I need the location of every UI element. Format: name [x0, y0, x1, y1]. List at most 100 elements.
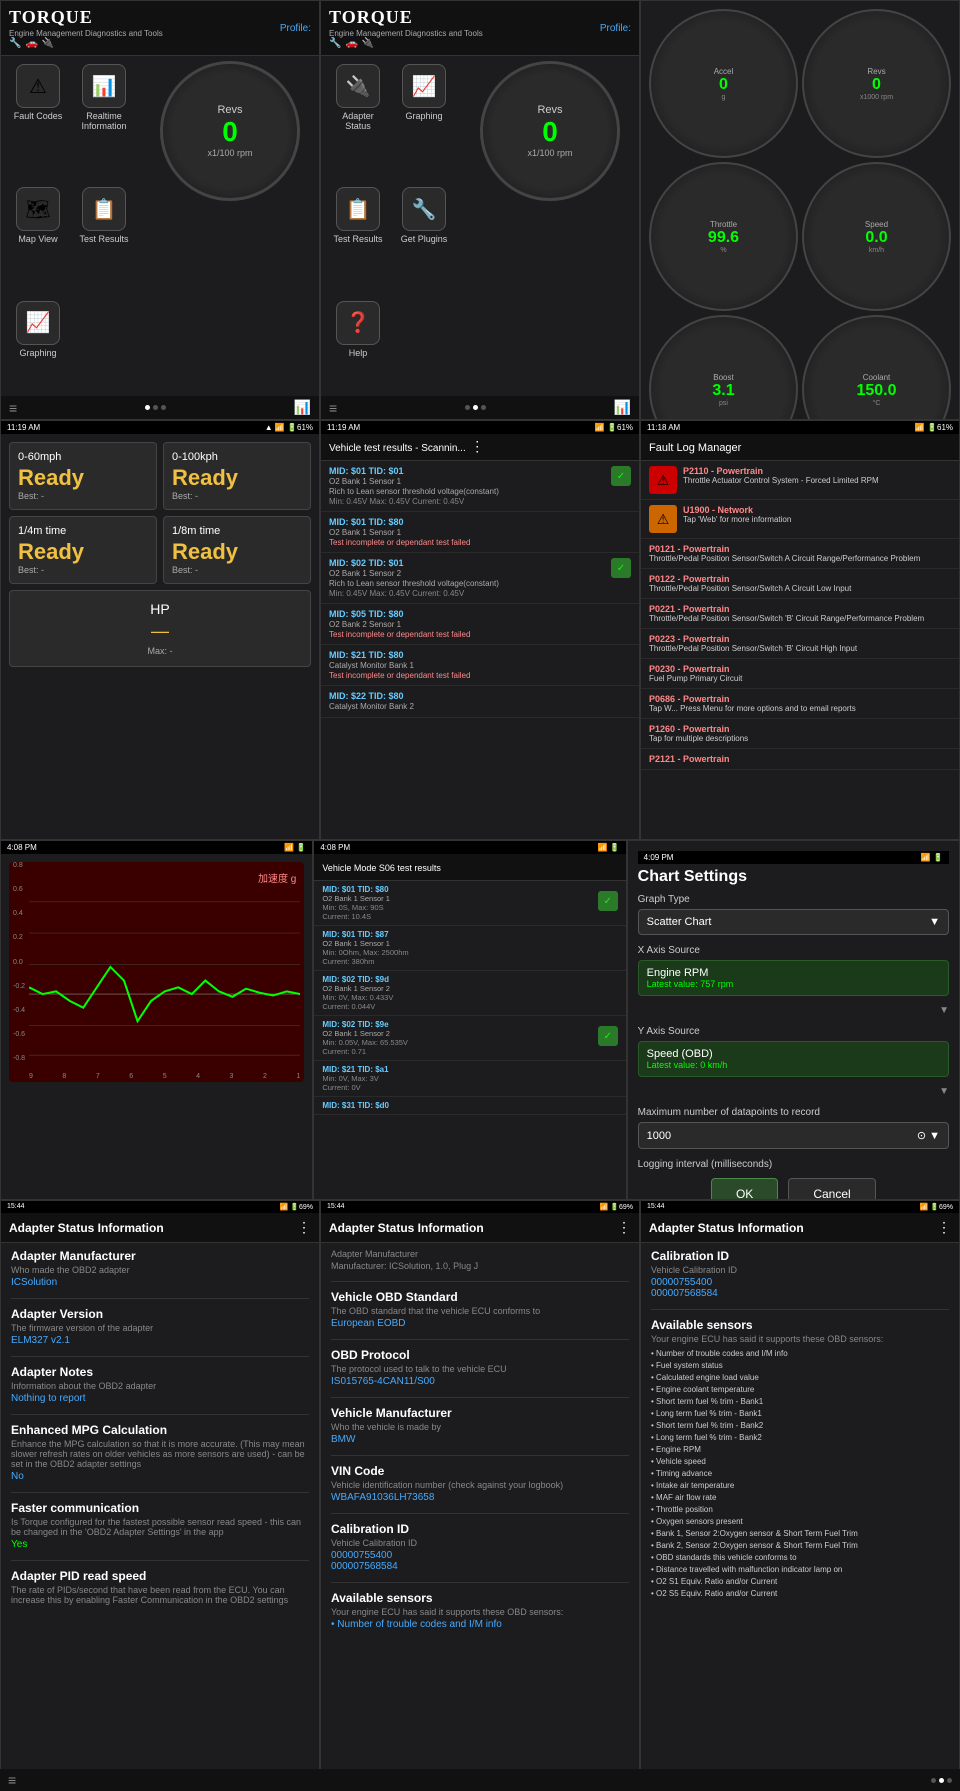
fault-code-u1900: U1900 - Network	[683, 505, 791, 515]
bottom-bars-icon-1: ≡	[9, 400, 17, 416]
adapter-vin-desc: Vehicle identification number (check aga…	[331, 1480, 629, 1490]
test-results-btn-1[interactable]: 📋 Test Results	[75, 187, 133, 292]
test-results-icon-2: 📋	[336, 187, 380, 231]
sensors-list-item-10: • Timing advance	[651, 1468, 949, 1480]
fault-item-p0122[interactable]: P0122 - Powertrain Throttle/Pedal Positi…	[641, 569, 959, 599]
modes06-item-5: MID: $31 TID: $d0	[314, 1097, 625, 1115]
vtest-status-bar: 11:19 AM 📶 🔋61%	[321, 421, 639, 434]
screen3-main: Accel 0 g Revs 0 x1000 rpm Throttle 99.6…	[640, 0, 960, 420]
adapter-item-pid-1: Adapter PID read speed The rate of PIDs/…	[11, 1569, 309, 1605]
modes06-mid-0: MID: $01 TID: $80	[322, 885, 617, 894]
vtest-list[interactable]: MID: $01 TID: $01 O2 Bank 1 Sensor 1 Ric…	[321, 461, 639, 840]
page-dots-2	[465, 405, 486, 410]
y-axis-source-box[interactable]: Speed (OBD) Latest value: 0 km/h	[638, 1041, 949, 1077]
revs-gauge-3-label: Revs	[867, 67, 885, 76]
fault-item-p0230[interactable]: P0230 - Powertrain Fuel Pump Primary Cir…	[641, 659, 959, 689]
adapter-item-version-1: Adapter Version The firmware version of …	[11, 1307, 309, 1346]
datapoints-input[interactable]: 1000 ⊙ ▼	[638, 1122, 949, 1149]
adapter-obd-std-desc: The OBD standard that the vehicle ECU co…	[331, 1306, 629, 1316]
graphing-btn-1[interactable]: 📈 Graphing	[9, 301, 67, 406]
perf-card-0-100kph: 0-100kph Ready Best: -	[163, 442, 311, 510]
bottom-graph-icon-2: 📊	[614, 399, 631, 416]
adapter-divider-1a	[11, 1298, 309, 1299]
performance-screen: 11:19 AM ▲ 📶 🔋61% 0-60mph Ready Best: - …	[0, 420, 320, 840]
chart-ok-button[interactable]: OK	[711, 1178, 778, 1200]
perf-grid: 0-60mph Ready Best: - 0-100kph Ready Bes…	[1, 434, 319, 675]
vtest-mid-3: MID: $05 TID: $80	[329, 609, 631, 619]
adapter-divider-2f	[331, 1582, 629, 1583]
modes06-vals-2: Min: 0V, Max: 0.433VCurrent: 0.044V	[322, 993, 617, 1011]
help-btn[interactable]: ❓ Help	[329, 301, 387, 406]
adapter-sensors-title-2: Available sensors	[331, 1591, 629, 1605]
realtime-btn[interactable]: 📊 Realtime Information	[75, 64, 133, 179]
vtest-item-1: MID: $01 TID: $80 O2 Bank 1 Sensor 1 Tes…	[321, 512, 639, 553]
get-plugins-btn[interactable]: 🔧 Get Plugins	[395, 187, 453, 292]
chart-status-bar: 4:09 PM 📶 🔋	[638, 851, 949, 864]
perf-best-0-100: Best: -	[172, 491, 302, 501]
fault-item-p0221[interactable]: P0221 - Powertrain Throttle/Pedal Positi…	[641, 599, 959, 629]
fault-item-p0121[interactable]: P0121 - Powertrain Throttle/Pedal Positi…	[641, 539, 959, 569]
graph-type-select[interactable]: Scatter Chart ▼	[638, 909, 949, 935]
adapter-sensors-title-3: Available sensors	[651, 1318, 949, 1332]
accel-gauge-value: 0	[719, 76, 728, 94]
fault-item-p0223[interactable]: P0223 - Powertrain Throttle/Pedal Positi…	[641, 629, 959, 659]
adapter-faster-title-1: Faster communication	[11, 1501, 309, 1515]
modes06-status-bar: 4:08 PM 📶 🔋	[314, 841, 625, 854]
modes06-list[interactable]: MID: $01 TID: $80 O2 Bank 1 Sensor 1 Min…	[314, 881, 625, 1200]
bottom-bars-icon-2: ≡	[329, 400, 337, 416]
adapter2-menu-icon[interactable]: ⋮	[617, 1219, 631, 1236]
map-icon: 🗺	[16, 187, 60, 231]
fault-codes-btn[interactable]: ⚠ Fault Codes	[9, 64, 67, 179]
speed-gauge-label: Speed	[865, 220, 888, 229]
screen1-header: TORQUE Engine Management Diagnostics and…	[1, 1, 319, 56]
adapter-screen-2: 15:44 📶 🔋69% Adapter Status Information …	[320, 1200, 640, 1791]
adapter1-time: 15:44	[7, 1203, 25, 1211]
profile-link-2[interactable]: Profile:	[600, 23, 631, 34]
fault-item-u1900[interactable]: ⚠ U1900 - Network Tap 'Web' for more inf…	[641, 500, 959, 539]
x-axis-source-box[interactable]: Engine RPM Latest value: 757 rpm	[638, 960, 949, 996]
adapter1-menu-icon[interactable]: ⋮	[297, 1219, 311, 1236]
graphing-btn-2[interactable]: 📈 Graphing	[395, 64, 453, 179]
screen1-icons: ⚠ Fault Codes 📊 Realtime Information 🗺 M…	[1, 56, 141, 414]
fault-item-p1260[interactable]: P1260 - Powertrain Tap for multiple desc…	[641, 719, 959, 749]
throttle-gauge: Throttle 99.6 %	[649, 162, 798, 311]
dot2-3	[481, 405, 486, 410]
fault-desc-p0686: Tap W... Press Menu for more options and…	[649, 704, 856, 713]
sensors-list-item-15: • Bank 1, Sensor 2:Oxygen sensor & Short…	[651, 1528, 949, 1540]
adapter-list-1: Adapter Manufacturer Who made the OBD2 a…	[1, 1243, 319, 1621]
screen3-gauges-grid: Accel 0 g Revs 0 x1000 rpm Throttle 99.6…	[641, 1, 959, 419]
modes06-mid-2: MID: $02 TID: $9d	[322, 975, 617, 984]
fault-title: Fault Log Manager	[649, 442, 741, 454]
vtest-desc-2: Rich to Lean sensor threshold voltage(co…	[329, 579, 499, 588]
datapoints-stepper[interactable]: ⊙ ▼	[917, 1129, 940, 1142]
accel-gauge-label: Accel	[714, 67, 734, 76]
adapter-vehicle-mfr-title: Vehicle Manufacturer	[331, 1406, 629, 1420]
modes06-vals-1: Min: 0Ohm, Max: 2500hmCurrent: 380hm	[322, 948, 617, 966]
sensors-list-item-0: • Number of trouble codes and I/M info	[651, 1348, 949, 1360]
accel-x-7: 2	[263, 1073, 267, 1080]
fault-item-p2121[interactable]: P2121 - Powertrain	[641, 749, 959, 770]
adapter-notes-desc-1: Information about the OBD2 adapter	[11, 1381, 309, 1391]
torque-icons-2: 🔧 🚗 🔌	[329, 38, 483, 49]
adapter3-menu-icon[interactable]: ⋮	[937, 1219, 951, 1236]
x-axis-latest: Latest value: 757 rpm	[647, 979, 940, 989]
sensors-list-item-3: • Engine coolant temperature	[651, 1384, 949, 1396]
accel-y-7: -0.6	[13, 1031, 25, 1038]
vtest-menu-icon[interactable]: ⋮	[470, 438, 484, 454]
fault-list[interactable]: ⚠ P2110 - Powertrain Throttle Actuator C…	[641, 461, 959, 840]
profile-link-1[interactable]: Profile:	[280, 23, 311, 34]
boost-gauge: Boost 3.1 psi	[649, 315, 798, 420]
chart-cancel-button[interactable]: Cancel	[788, 1178, 875, 1200]
adapter-status-btn[interactable]: 🔌 Adapter Status	[329, 64, 387, 179]
map-view-btn[interactable]: 🗺 Map View	[9, 187, 67, 292]
vtest-signal: 📶 🔋61%	[595, 423, 633, 432]
test-results-btn-2[interactable]: 📋 Test Results	[329, 187, 387, 292]
accel-signal: 📶 🔋	[284, 843, 306, 852]
adapter-item-protocol: OBD Protocol The protocol used to talk t…	[331, 1348, 629, 1387]
fault-item-p0686[interactable]: P0686 - Powertrain Tap W... Press Menu f…	[641, 689, 959, 719]
accel-y-5: -0.2	[13, 983, 25, 990]
boost-gauge-unit: psi	[719, 400, 728, 407]
perf-ready-0-100: Ready	[172, 465, 302, 491]
graphing-icon-1: 📈	[16, 301, 60, 345]
fault-item-p2110[interactable]: ⚠ P2110 - Powertrain Throttle Actuator C…	[641, 461, 959, 500]
